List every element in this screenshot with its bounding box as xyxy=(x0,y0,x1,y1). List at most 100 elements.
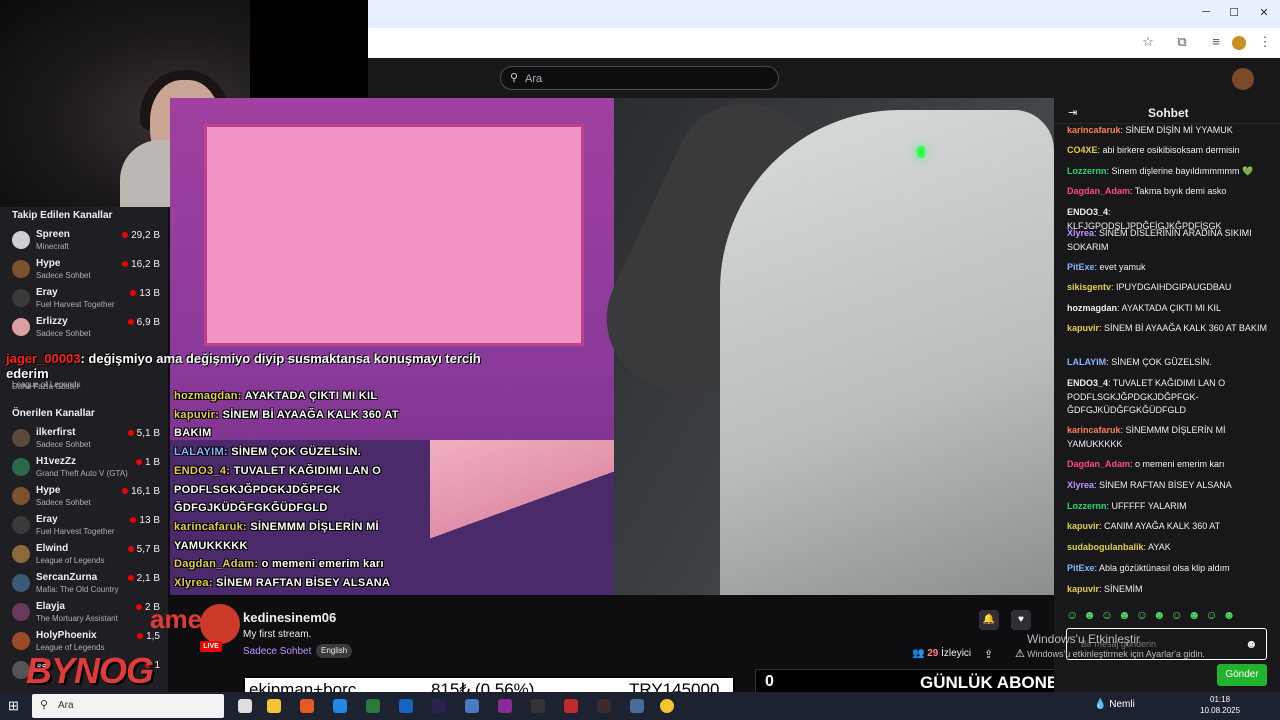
chat-message: PitExe: evet yamuk xyxy=(1067,262,1146,272)
chat-username[interactable]: Xlyrea xyxy=(1067,480,1094,490)
chat-username[interactable]: kapuvir xyxy=(1067,521,1099,531)
app-icon[interactable] xyxy=(300,699,314,713)
viewer-number: 13 B xyxy=(139,515,160,526)
chat-message: LALAYIM: SİNEM ÇOK GÜZELSİN. xyxy=(1067,357,1212,367)
chat-text: SİNEM DİSLERİNİN ARADINA SIKIMI SOKARIM xyxy=(1067,228,1252,252)
chat-username[interactable]: Dagdan_Adam xyxy=(1067,459,1130,469)
recommended-channel-elwind[interactable]: Elwind League of Legends 5,7 B xyxy=(0,540,168,569)
show-more-link[interactable]: Daha Fazla Göster xyxy=(12,382,79,391)
chat-username[interactable]: Xlyrea xyxy=(1067,228,1094,238)
close-button[interactable]: ✕ xyxy=(1254,6,1274,20)
live-dot-icon xyxy=(122,261,129,267)
chat-username[interactable]: PitExe xyxy=(1067,262,1095,272)
viewer-count: 5,7 B xyxy=(127,544,160,555)
followed-channel-spreen[interactable]: Spreen Minecraft 29,2 B xyxy=(0,226,168,255)
overlay-chat-text: PODFLSGKJĞPDGKJDĞPFGK xyxy=(174,483,342,496)
clock[interactable]: 01:18 10.08.2025 xyxy=(1200,694,1240,716)
windows-start-icon[interactable]: ⊞ xyxy=(8,698,19,714)
task-view-icon[interactable] xyxy=(238,699,252,713)
channel-avatar[interactable] xyxy=(200,604,240,644)
user-avatar[interactable] xyxy=(1232,68,1254,90)
emote-row[interactable]: ☺☻☺☻☺☻☺☻☺☻ xyxy=(1066,608,1266,624)
subtitle-text: : değişmiyo ama değişmiyo diyip susmakta… xyxy=(80,351,481,366)
premiere-icon[interactable] xyxy=(432,699,446,713)
recommended-channel-h1vezzz[interactable]: H1vezZz Grand Theft Auto V (GTA) 1 B xyxy=(0,453,168,482)
chat-username[interactable]: LALAYIM xyxy=(1067,357,1106,367)
share-icon[interactable]: ⇪ xyxy=(984,648,993,661)
chat-username[interactable]: Lozzernn xyxy=(1067,166,1107,176)
chat-message: kapuvir: CANIM AYAĞA KALK 360 AT xyxy=(1067,521,1221,531)
channel-game: Sadece Sohbet xyxy=(36,271,91,280)
emoji-icon[interactable]: ☻ xyxy=(1245,637,1258,651)
maximize-button[interactable]: ☐ xyxy=(1224,6,1244,20)
star-icon[interactable]: ☆ xyxy=(1139,34,1157,52)
recommended-channel-elayja[interactable]: Elayja The Mortuary Assistant 2 B xyxy=(0,598,168,627)
followed-channel-eray[interactable]: Eray Fuel Harvest Together 13 B xyxy=(0,284,168,313)
app-icon[interactable] xyxy=(630,699,644,713)
subtitle-line: jager_00003: değişmiyo ama değişmiyo diy… xyxy=(6,351,481,381)
stream-title: My first stream. xyxy=(243,629,312,640)
chat-message: sudabogulanbalik: AYAK xyxy=(1067,542,1171,552)
profile-icon[interactable] xyxy=(1232,36,1246,50)
extensions-icon[interactable]: ⧉ xyxy=(1173,34,1191,52)
app-icon[interactable] xyxy=(366,699,380,713)
overlay-chat-line: Dagdan_Adam: o memeni emerim karı xyxy=(174,558,384,570)
stream-category[interactable]: Sadece Sohbet xyxy=(243,646,311,657)
app-icon[interactable] xyxy=(531,699,545,713)
chat-username[interactable]: sikisgentv xyxy=(1067,282,1111,292)
minimize-button[interactable]: ─ xyxy=(1196,6,1216,20)
app-icon[interactable] xyxy=(399,699,413,713)
chat-username[interactable]: CO4XE xyxy=(1067,145,1098,155)
chat-message: Xlyrea: SİNEM RAFTAN BİSEY ALSANA xyxy=(1067,480,1232,490)
overlay-chat-text: SİNEM RAFTAN BİSEY ALSANA xyxy=(216,577,391,589)
viewer-number: 13 B xyxy=(139,288,160,299)
chat-username[interactable]: PitExe xyxy=(1067,563,1095,573)
recommended-channel-sercanzurna[interactable]: SercanZurna Mafia: The Old Country 2,1 B xyxy=(0,569,168,598)
chat-username[interactable]: kapuvir xyxy=(1067,323,1099,333)
chat-username[interactable]: karincafaruk xyxy=(1067,125,1121,135)
chat-message: Xlyrea: SİNEM DİSLERİNİN ARADINA SIKIMI … xyxy=(1067,228,1252,252)
followed-channel-erlizzy[interactable]: Erlizzy Sadece Sohbet 6,9 B xyxy=(0,313,168,342)
media-icon[interactable]: ≡ xyxy=(1207,34,1225,52)
collapse-chat-icon[interactable]: ⇥ xyxy=(1068,106,1077,119)
app-icon[interactable] xyxy=(564,699,578,713)
file-explorer-icon[interactable] xyxy=(267,699,281,713)
menu-icon[interactable]: ⋮ xyxy=(1256,34,1274,52)
channel-name: Hype xyxy=(36,258,61,269)
chat-username[interactable]: ENDO3_4 xyxy=(1067,207,1108,217)
report-icon[interactable]: ⚠ xyxy=(1015,647,1025,660)
overlay-chat-line: ENDO3_4: TUVALET KAĞIDIMI LAN O xyxy=(174,465,381,477)
chrome-icon[interactable] xyxy=(660,699,674,713)
chat-username[interactable]: kapuvir xyxy=(1067,584,1099,594)
app-icon[interactable] xyxy=(465,699,479,713)
live-dot-icon xyxy=(130,290,137,296)
viewer-number: 6,9 B xyxy=(136,317,160,328)
chat-username[interactable]: Dagdan_Adam xyxy=(1067,186,1130,196)
chat-username[interactable]: Lozzernn xyxy=(1067,501,1107,511)
language-tag[interactable]: English xyxy=(316,644,353,658)
recommended-channel-eray[interactable]: Eray Fuel Harvest Together 13 B xyxy=(0,511,168,540)
channel-avatar xyxy=(12,603,30,621)
notification-bell-button[interactable]: 🔔 xyxy=(979,610,999,630)
weather-widget[interactable]: 💧 Nemli xyxy=(1094,699,1135,710)
channel-avatar xyxy=(12,487,30,505)
live-dot-icon xyxy=(122,488,129,494)
channel-name[interactable]: kedinesinem06 xyxy=(243,610,336,625)
recommended-channel-hype[interactable]: Hype Sadece Sohbet 16,1 B xyxy=(0,482,168,511)
chat-username[interactable]: sudabogulanbalik xyxy=(1067,542,1144,552)
chat-username[interactable]: hozmagdan xyxy=(1067,303,1117,313)
edge-icon[interactable] xyxy=(333,699,347,713)
search-input[interactable]: ⚲ Ara xyxy=(500,66,779,90)
chat-username[interactable]: karincafaruk xyxy=(1067,425,1121,435)
chat-text: Sinem dişlerine bayıldımmmmm 💚 xyxy=(1111,166,1254,176)
chat-username[interactable]: ENDO3_4 xyxy=(1067,378,1108,388)
taskbar-search[interactable]: ⚲ Ara xyxy=(32,694,224,718)
obs-icon[interactable] xyxy=(597,699,611,713)
recommended-channel-ilkerfirst[interactable]: ilkerfirst Sadece Sohbet 5,1 B xyxy=(0,424,168,453)
followed-channel-hype[interactable]: Hype Sadece Sohbet 16,2 B xyxy=(0,255,168,284)
follow-heart-button[interactable]: ♥ xyxy=(1011,610,1031,630)
live-dot-icon xyxy=(137,633,144,639)
send-button[interactable]: Gönder xyxy=(1217,664,1267,686)
viewer-count: 6,9 B xyxy=(127,317,160,328)
app-icon[interactable] xyxy=(498,699,512,713)
